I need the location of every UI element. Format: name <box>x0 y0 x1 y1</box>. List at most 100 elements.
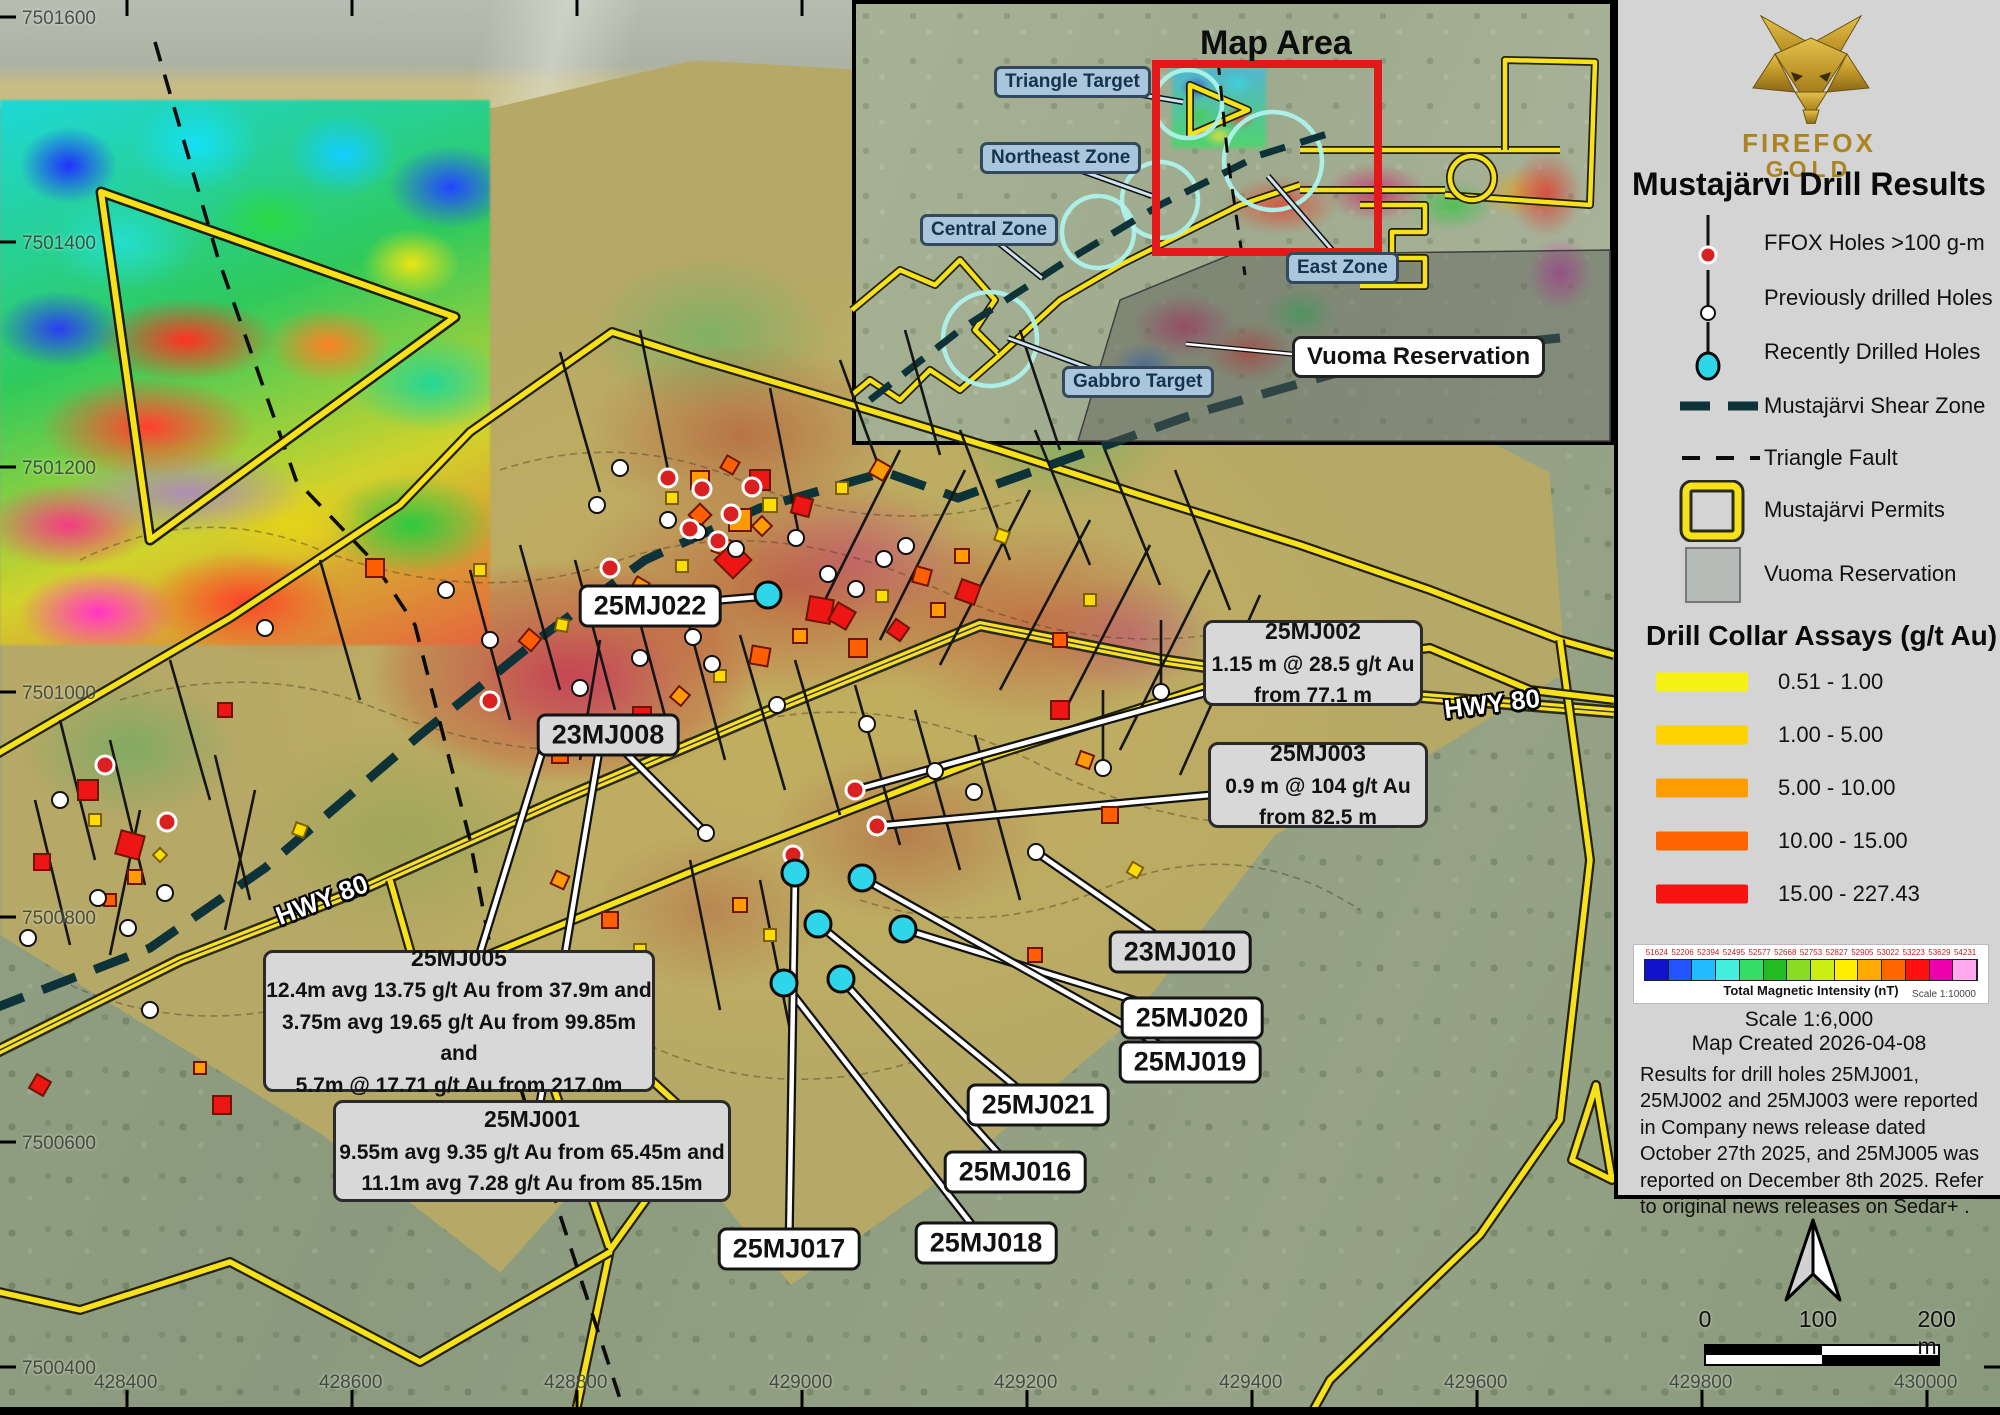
colorbar-cell <box>1645 960 1669 980</box>
assay-row: 1.00 - 5.00 <box>1618 720 2000 750</box>
recent-hole-icon <box>1678 322 1748 382</box>
colorbar-value: 53022 <box>1875 948 1901 957</box>
assay-range-label: 1.00 - 5.00 <box>1778 722 1883 748</box>
legend-item-label: Mustajärvi Permits <box>1764 497 1945 523</box>
assay-row: 5.00 - 10.00 <box>1618 773 2000 803</box>
legend-item-vuoma: Vuoma Reservation <box>1618 554 2000 594</box>
legend-item-label: Previously drilled Holes <box>1764 285 1993 311</box>
colorbar-cell <box>1669 960 1693 980</box>
assay-callout-25mj005: 25MJ00512.4m avg 13.75 g/t Au from 37.9m… <box>263 950 655 1092</box>
hole-callout-25mj018: 25MJ018 <box>915 1222 1058 1265</box>
colorbar-value: 53629 <box>1927 948 1953 957</box>
hole-callout-23mj010: 23MJ010 <box>1109 931 1252 974</box>
x-axis-label: 429600 <box>1444 1372 1507 1394</box>
colorbar-values: 5162452206523945249552577526685275352827… <box>1644 948 1978 957</box>
hole-callout-25mj019: 25MJ019 <box>1119 1041 1262 1084</box>
map-area-extent-rectangle <box>1152 60 1382 256</box>
x-axis-label: 428600 <box>319 1372 382 1394</box>
assay-callout-line: 9.55m avg 9.35 g/t Au from 65.45m and <box>336 1137 728 1169</box>
x-axis-label: 428800 <box>544 1372 607 1394</box>
x-axis-label: 430000 <box>1894 1372 1957 1394</box>
assay-swatch <box>1656 832 1748 851</box>
y-axis-label: 7500800 <box>22 908 96 930</box>
assay-callout-line: 1.15 m @ 28.5 g/t Au <box>1206 649 1420 681</box>
ffox-hole-icon <box>1678 213 1748 273</box>
legend-item-prev-hole: Previously drilled Holes <box>1618 278 2000 318</box>
legend-item-ffox-hole: FFOX Holes >100 g-m <box>1618 223 2000 263</box>
assay-swatch <box>1656 726 1748 745</box>
colorbar-cell <box>1716 960 1740 980</box>
assay-callout-line: 12.4m avg 13.75 g/t Au from 37.9m and <box>266 975 652 1007</box>
legend-item-label: Recently Drilled Holes <box>1764 339 1980 365</box>
colorbar-value: 52495 <box>1721 948 1747 957</box>
assay-range-label: 15.00 - 227.43 <box>1778 881 1920 907</box>
legend-item-label: Vuoma Reservation <box>1764 561 1956 587</box>
legend-item-recent-hole: Recently Drilled Holes <box>1618 332 2000 372</box>
firefox-gold-logo-icon <box>1751 14 1871 124</box>
assay-callout-line: 0.9 m @ 104 g/t Au <box>1211 771 1425 803</box>
hole-callout-25mj017: 25MJ017 <box>718 1228 861 1271</box>
colorbar-value: 52394 <box>1695 948 1721 957</box>
assay-row: 0.51 - 1.00 <box>1618 667 2000 697</box>
colorbar-cell <box>1835 960 1859 980</box>
assay-callout-line: 25MJ003 <box>1211 736 1425 771</box>
fault-icon <box>1678 428 1748 488</box>
colorbar-value: 52753 <box>1798 948 1824 957</box>
colorbar-cell <box>1953 960 1977 980</box>
colorbar-cell <box>1692 960 1716 980</box>
assay-callout-line: 3.75m avg 19.65 g/t Au from 99.85m and <box>266 1007 652 1070</box>
x-axis-label: 429200 <box>994 1372 1057 1394</box>
assay-swatch <box>1656 673 1748 692</box>
assay-callout-line: 5.7m @ 17.71 g/t Au from 217.0m <box>266 1070 652 1102</box>
overview-title: Map Area <box>1200 24 1352 63</box>
assay-range-label: 10.00 - 15.00 <box>1778 828 1908 854</box>
zone-label-triangle-target: Triangle Target <box>994 66 1151 98</box>
scalebar-number: 0 <box>1699 1306 1712 1333</box>
assay-callout-line: 25MJ005 <box>266 941 652 976</box>
colorbar-value: 53223 <box>1901 948 1927 957</box>
zone-label-east-zone: East Zone <box>1286 252 1399 284</box>
assay-callout-25mj002: 25MJ0021.15 m @ 28.5 g/t Aufrom 77.1 m <box>1203 620 1423 706</box>
y-axis-label: 7500600 <box>22 1133 96 1155</box>
permit-icon <box>1678 480 1748 540</box>
map-scale-text: Scale 1:6,000 <box>1618 1008 2000 1032</box>
zone-label-gabbro-target: Gabbro Target <box>1062 366 1214 398</box>
y-axis-label: 7501000 <box>22 683 96 705</box>
scale-bar <box>1704 1344 1940 1366</box>
hole-callout-25mj016: 25MJ016 <box>944 1151 1087 1194</box>
hole-callout-25mj020: 25MJ020 <box>1121 997 1264 1040</box>
zone-label-northeast-zone: Northeast Zone <box>980 142 1141 174</box>
assay-row: 15.00 - 227.43 <box>1618 879 2000 909</box>
assay-swatch <box>1656 779 1748 798</box>
legend-item-shear: Mustajärvi Shear Zone <box>1618 386 2000 426</box>
assay-callout-line: from 82.5 m <box>1211 802 1425 834</box>
assays-header: Drill Collar Assays (g/t Au) <box>1646 620 1997 652</box>
legend-item-fault: Triangle Fault <box>1618 438 2000 478</box>
zone-label-central-zone: Central Zone <box>920 214 1058 246</box>
magnetic-colorbar: 5162452206523945249552577526685275352827… <box>1634 945 1988 1003</box>
map-created-text: Map Created 2026-04-08 <box>1618 1032 2000 1056</box>
colorbar-cell <box>1882 960 1906 980</box>
colorbar-value: 51624 <box>1644 948 1670 957</box>
y-axis-label: 7500400 <box>22 1358 96 1380</box>
north-arrow-icon <box>1770 1218 1856 1306</box>
assay-callout-25mj001: 25MJ0019.55m avg 9.35 g/t Au from 65.45m… <box>333 1100 731 1202</box>
results-notes: Results for drill holes 25MJ001, 25MJ002… <box>1640 1062 1984 1220</box>
map-bottom-border <box>0 1407 2000 1415</box>
colorbar-value: 54231 <box>1952 948 1978 957</box>
y-axis-label: 7501600 <box>22 8 96 30</box>
assay-callout-line: 25MJ002 <box>1206 614 1420 649</box>
assay-callout-line: 25MJ001 <box>336 1102 728 1137</box>
hole-callout-25mj021: 25MJ021 <box>967 1084 1110 1127</box>
colorbar-value: 52577 <box>1747 948 1773 957</box>
colorbar-cell <box>1906 960 1930 980</box>
assay-range-label: 0.51 - 1.00 <box>1778 669 1883 695</box>
colorbar-value: 52827 <box>1824 948 1850 957</box>
scalebar-number: 100 <box>1799 1306 1837 1333</box>
colorbar-cell <box>1764 960 1788 980</box>
shear-icon <box>1678 376 1748 436</box>
colorbar-cell <box>1740 960 1764 980</box>
assay-callout-line: 11.1m avg 7.28 g/t Au from 85.15m <box>336 1168 728 1200</box>
colorbar-cell <box>1930 960 1954 980</box>
x-axis-label: 429000 <box>769 1372 832 1394</box>
